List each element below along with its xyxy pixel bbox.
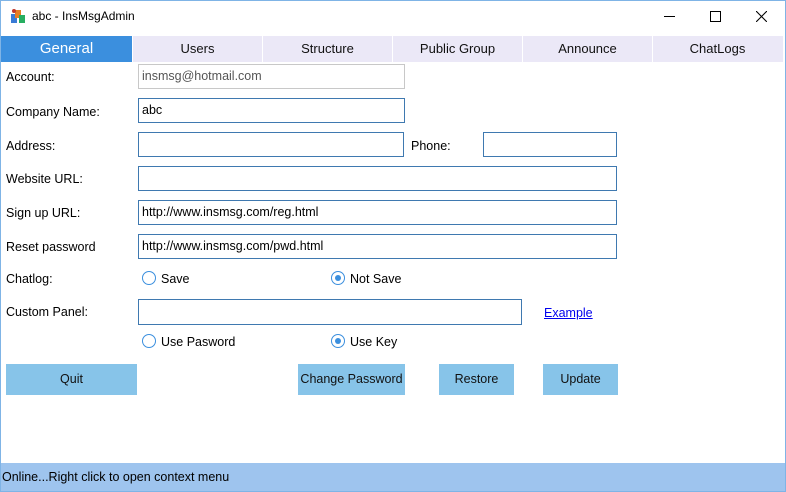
account-label: Account:	[6, 70, 55, 84]
chatlog-save-radio[interactable]	[142, 271, 156, 285]
chatlog-not-save-radio[interactable]	[331, 271, 345, 285]
title-bar[interactable]: abc - InsMsgAdmin	[1, 1, 785, 32]
account-field[interactable]: insmsg@hotmail.com	[138, 64, 405, 89]
signup-url-label: Sign up URL:	[6, 206, 81, 220]
close-icon	[756, 11, 767, 22]
chatlog-label: Chatlog:	[6, 272, 53, 286]
tab-public-group[interactable]: Public Group	[392, 36, 522, 62]
use-key-label[interactable]: Use Key	[350, 335, 397, 349]
restore-button[interactable]: Restore	[439, 364, 514, 395]
app-logo-icon	[11, 9, 25, 23]
quit-button[interactable]: Quit	[6, 364, 137, 395]
example-link[interactable]: Example	[544, 306, 593, 320]
use-password-radio[interactable]	[142, 334, 156, 348]
reset-password-label: Reset password	[6, 240, 96, 254]
address-field[interactable]	[138, 132, 404, 157]
use-key-radio[interactable]	[331, 334, 345, 348]
status-bar[interactable]: Online...Right click to open context men…	[1, 463, 785, 491]
maximize-button[interactable]	[693, 1, 739, 32]
phone-field[interactable]	[483, 132, 617, 157]
company-name-label: Company Name:	[6, 105, 100, 119]
tab-bar: General Users Structure Public Group Ann…	[1, 36, 783, 62]
signup-url-field[interactable]: http://www.insmsg.com/reg.html	[138, 200, 617, 225]
website-url-label: Website URL:	[6, 172, 83, 186]
custom-panel-field[interactable]	[138, 299, 522, 325]
close-button[interactable]	[739, 1, 785, 32]
website-url-field[interactable]	[138, 166, 617, 191]
tab-general[interactable]: General	[1, 36, 132, 62]
window-title: abc - InsMsgAdmin	[32, 9, 135, 23]
app-window: abc - InsMsgAdmin General Users Structur…	[0, 0, 786, 492]
use-password-label[interactable]: Use Pasword	[161, 335, 235, 349]
custom-panel-label: Custom Panel:	[6, 305, 88, 319]
phone-label: Phone:	[411, 139, 451, 153]
tab-chatlogs[interactable]: ChatLogs	[652, 36, 782, 62]
change-password-button[interactable]: Change Password	[298, 364, 405, 395]
update-button[interactable]: Update	[543, 364, 618, 395]
company-name-field[interactable]: abc	[138, 98, 405, 123]
tab-structure[interactable]: Structure	[262, 36, 392, 62]
address-label: Address:	[6, 139, 56, 153]
maximize-icon	[710, 11, 721, 22]
minimize-button[interactable]	[647, 1, 693, 32]
chatlog-not-save-label[interactable]: Not Save	[350, 272, 401, 286]
tab-announce[interactable]: Announce	[522, 36, 652, 62]
reset-password-url-field[interactable]: http://www.insmsg.com/pwd.html	[138, 234, 617, 259]
chatlog-save-label[interactable]: Save	[161, 272, 190, 286]
status-text: Online...Right click to open context men…	[2, 470, 230, 484]
minimize-icon	[664, 16, 675, 17]
tab-users[interactable]: Users	[132, 36, 262, 62]
